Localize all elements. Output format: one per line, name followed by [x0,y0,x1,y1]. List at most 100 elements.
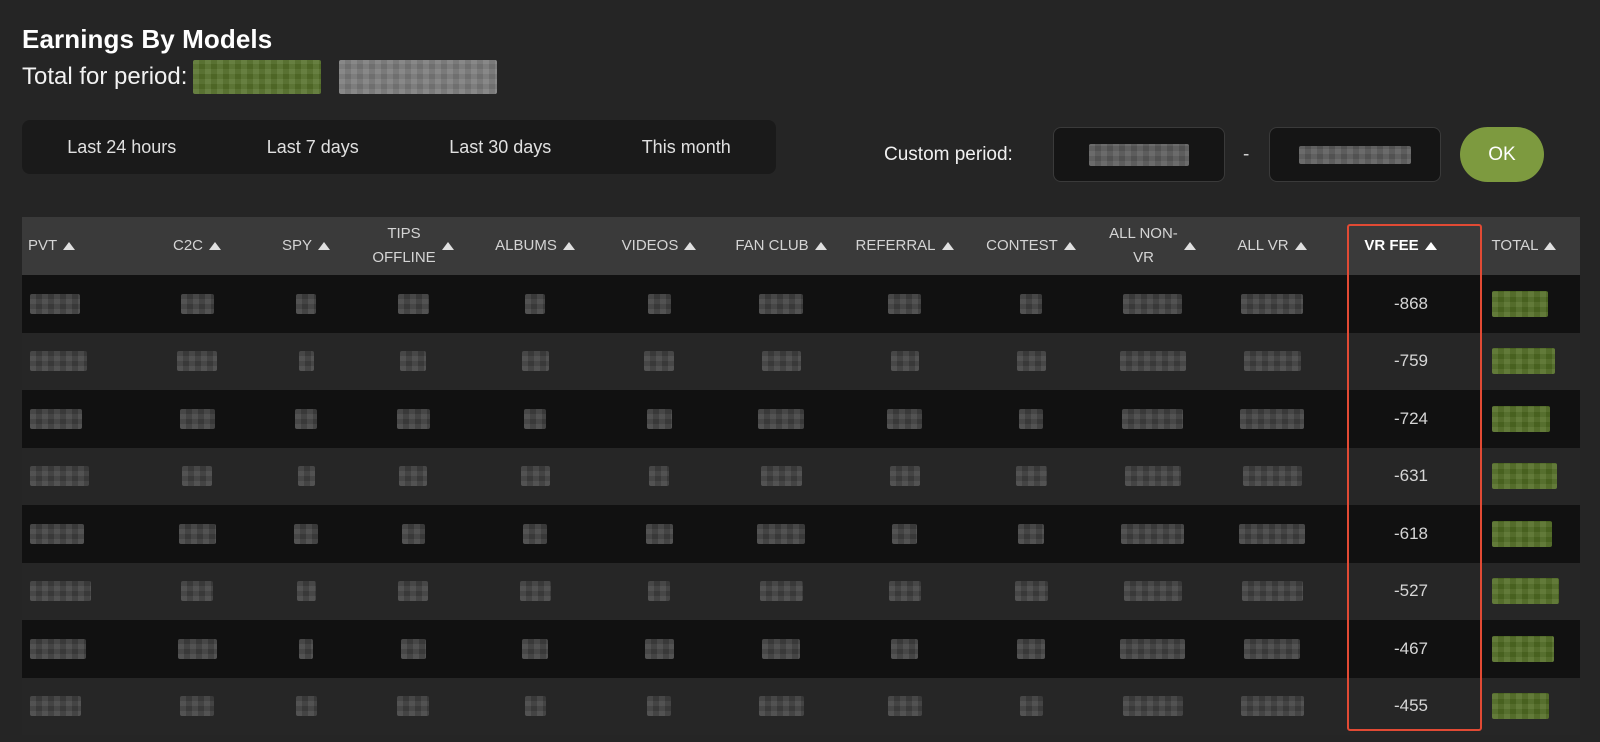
redacted-value [1243,351,1301,372]
table-row[interactable]: -631 [22,447,1580,506]
sort-ascending-icon [1294,242,1307,250]
column-header-spy[interactable]: SPY [259,217,353,275]
redacted-value [295,408,317,429]
column-header-label: PVT [28,237,58,254]
all-non-vr-cell-redacted [1094,448,1211,506]
redacted-value [1240,408,1304,429]
tab-last-24-hours[interactable]: Last 24 hours [57,129,186,166]
all-non-vr-cell-redacted [1094,333,1211,391]
custom-period-start-input[interactable] [1053,127,1225,182]
vr-fee-cell: -618 [1393,523,1428,543]
tips-offline-cell-redacted [353,678,473,736]
pvt-cell-redacted [22,505,135,563]
redacted-value [1492,290,1548,317]
redacted-value [397,293,429,314]
table-row[interactable]: -467 [22,620,1580,678]
column-header-label: TOTAL [1491,237,1539,254]
table-row[interactable]: -455 [22,677,1580,736]
sort-ascending-icon [941,242,954,250]
fan-club-cell-redacted [721,275,841,333]
tips-offline-cell-redacted [353,390,473,448]
fan-club-cell-redacted [721,448,841,506]
albums-cell-redacted [473,620,597,678]
column-header-fan-club[interactable]: FAN CLUB [721,217,841,275]
videos-cell-redacted [597,390,721,448]
albums-cell-redacted [473,448,597,506]
redacted-value [1016,351,1046,372]
referral-cell-redacted [841,448,968,506]
fan-club-cell-redacted [721,333,841,391]
redacted-value [30,696,81,717]
ok-button[interactable]: OK [1460,127,1544,182]
c2c-cell-redacted [135,563,259,621]
redacted-value [400,638,426,659]
contest-cell-redacted [968,563,1094,621]
redacted-value [525,293,545,314]
redacted-value [759,293,803,314]
column-header-all-non-vr[interactable]: ALL NON- VR [1094,217,1211,275]
redacted-value [645,523,673,544]
column-header-videos[interactable]: VIDEOS [597,217,721,275]
redacted-value [524,696,546,717]
tab-last-7-days[interactable]: Last 7 days [257,129,369,166]
column-header-all-vr[interactable]: ALL VR [1211,217,1333,275]
column-header-contest[interactable]: CONTEST [968,217,1094,275]
redacted-value [887,408,922,429]
redacted-value [30,293,80,314]
column-header-vr-fee[interactable]: VR FEE [1333,217,1468,275]
redacted-value [1019,408,1043,429]
tab-this-month[interactable]: This month [632,129,741,166]
end-date-redacted [1299,145,1411,164]
redacted-value [888,293,921,314]
c2c-cell-redacted [135,275,259,333]
c2c-cell-redacted [135,678,259,736]
sort-ascending-icon [318,242,330,250]
referral-cell-redacted [841,563,968,621]
column-header-albums[interactable]: ALBUMS [473,217,597,275]
table-row[interactable]: -868 [22,275,1580,333]
referral-cell-redacted [841,333,968,391]
referral-cell-redacted [841,275,968,333]
redacted-value [1241,293,1303,314]
column-header-referral[interactable]: REFERRAL [841,217,968,275]
all-non-vr-cell-redacted [1094,620,1211,678]
earnings-table: PVT C2C SPY TIPS OFFLINE ALBUMS VIDEOS FAN CLU… [22,217,1580,735]
redacted-value [1123,581,1182,602]
videos-cell-redacted [597,505,721,563]
redacted-value [1492,520,1552,547]
all-non-vr-cell-redacted [1094,678,1211,736]
column-header-label: ALBUMS [495,237,557,254]
tab-last-30-days[interactable]: Last 30 days [439,129,561,166]
table-row[interactable]: -724 [22,390,1580,448]
pvt-cell-redacted [22,275,135,333]
contest-cell-redacted [968,390,1094,448]
redacted-value [1120,638,1185,659]
column-header-pvt[interactable]: PVT [22,217,135,275]
contest-cell-redacted [968,275,1094,333]
column-header-c2c[interactable]: C2C [135,217,259,275]
column-header-label: SPY [281,237,312,254]
period-separator: - [1243,144,1250,165]
redacted-value [524,408,546,429]
column-header-tips-offline[interactable]: TIPS OFFLINE [353,217,473,275]
videos-cell-redacted [597,678,721,736]
table-row[interactable]: -759 [22,332,1580,391]
custom-period-end-input[interactable] [1269,127,1441,182]
pvt-cell-redacted [22,448,135,506]
pvt-cell-redacted [22,620,135,678]
sort-ascending-icon [1183,242,1196,250]
total-cell-redacted [1468,505,1580,563]
redacted-value [889,466,920,487]
redacted-value [295,696,317,717]
table-row[interactable]: -618 [22,505,1580,563]
spy-cell-redacted [259,620,353,678]
all-vr-cell-redacted [1211,620,1333,678]
all-non-vr-cell-redacted [1094,390,1211,448]
fan-club-cell-redacted [721,620,841,678]
column-header-total[interactable]: TOTAL [1468,217,1580,275]
redacted-value [30,408,82,429]
all-vr-cell-redacted [1211,275,1333,333]
albums-cell-redacted [473,505,597,563]
redacted-value [1240,696,1304,717]
table-row[interactable]: -527 [22,562,1580,621]
